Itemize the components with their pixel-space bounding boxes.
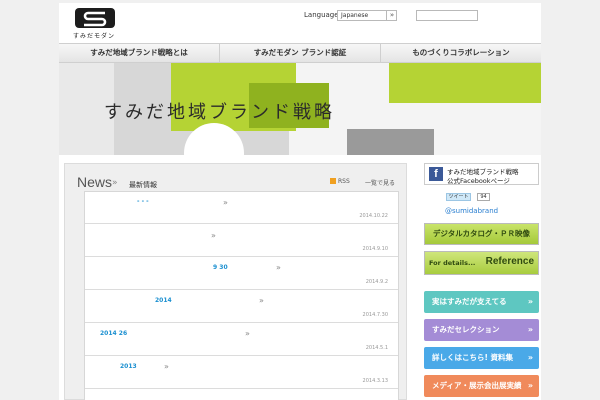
news-item-text: 2014 xyxy=(155,297,172,304)
reference-big-label: Reference xyxy=(485,256,534,267)
tweet-count: 94 xyxy=(477,193,490,201)
side-button-media[interactable]: メディア・展示会出展実績 » xyxy=(424,375,539,397)
news-item-text: 9 30 xyxy=(213,264,228,271)
facebook-line2: 公式Facebookページ xyxy=(447,177,510,185)
news-item-date: 2014.9.10 xyxy=(362,246,388,252)
logo-text: すみだモダン xyxy=(72,33,115,40)
news-item[interactable]: 2013 » 2014.3.13 xyxy=(85,357,398,389)
tweet-button[interactable]: ツイート xyxy=(446,193,471,201)
search-button[interactable] xyxy=(477,10,518,21)
page: すみだモダン Language Japanese » すみだ地域ブランド戦略とは… xyxy=(59,3,541,400)
news-subtitle: 最新情報 xyxy=(129,181,157,189)
chevron-right-icon: » xyxy=(527,325,533,334)
side-button-support[interactable]: 実はすみだが支えてる » xyxy=(424,291,539,313)
rss-icon xyxy=(330,178,336,184)
hero-title: すみだ地域ブランド戦略 xyxy=(104,102,335,123)
nav-item-collaboration[interactable]: ものづくりコラボレーション xyxy=(381,44,541,62)
chevron-right-icon: » xyxy=(276,263,281,272)
rss-label: RSS xyxy=(338,178,350,185)
twitter-handle-link[interactable]: @sumidabrand xyxy=(445,207,498,215)
news-title: News xyxy=(77,174,113,190)
chevron-right-icon: » xyxy=(164,362,169,371)
news-item-date: 2014.5.1 xyxy=(365,345,388,351)
news-item-date: 2014.10.22 xyxy=(359,213,388,219)
chevron-right-icon: » xyxy=(223,198,228,207)
reference-banner[interactable]: For details... Reference xyxy=(424,251,539,275)
news-item-date: 2014.3.13 xyxy=(362,378,388,384)
language-go-button[interactable]: » xyxy=(386,10,397,21)
chevron-right-icon: » xyxy=(211,231,216,240)
news-item-text: 2013 xyxy=(120,363,137,370)
chevron-right-icon: » xyxy=(527,381,533,390)
side-button-label: すみだセレクション xyxy=(432,325,500,334)
side-button-label: メディア・展示会出展実績 xyxy=(432,381,522,390)
nav-item-strategy[interactable]: すみだ地域ブランド戦略とは xyxy=(59,44,220,62)
chevron-right-icon: » xyxy=(245,329,250,338)
side-button-documents[interactable]: 詳しくはこちら! 資料集 » xyxy=(424,347,539,369)
hero-shape-gray xyxy=(347,129,434,155)
catalog-banner-label: デジタルカタログ・ＰＲ映像 xyxy=(432,229,531,238)
news-item-date: 2014.7.30 xyxy=(362,312,388,318)
side-button-label: 実はすみだが支えてる xyxy=(432,297,507,306)
site-logo[interactable]: すみだモダン xyxy=(71,8,117,40)
hero-banner: すみだ地域ブランド戦略 xyxy=(59,63,541,155)
news-item-text: - - - xyxy=(137,198,149,205)
nav-item-certification[interactable]: すみだモダン ブランド認証 xyxy=(220,44,381,62)
reference-small-label: For details... xyxy=(429,259,476,267)
view-all-link[interactable]: 一覧で見る xyxy=(365,178,395,187)
news-list: - - - » 2014.10.22 » 2014.9.10 9 30 » 20… xyxy=(84,191,399,400)
news-item-text: 2014 26 xyxy=(100,330,128,337)
rss-link[interactable]: RSS xyxy=(330,178,350,185)
catalog-banner[interactable]: デジタルカタログ・ＰＲ映像 xyxy=(424,223,539,245)
news-chevron-icon: » xyxy=(112,178,118,188)
news-item[interactable]: 9 30 » 2014.9.2 xyxy=(85,258,398,290)
side-button-label: 詳しくはこちら! 資料集 xyxy=(432,353,514,362)
news-item[interactable]: » 2014.9.10 xyxy=(85,225,398,257)
chevron-right-icon: » xyxy=(259,296,264,305)
news-item-date: 2014.9.2 xyxy=(365,279,388,285)
language-label: Language xyxy=(304,11,339,19)
facebook-icon: f xyxy=(429,167,443,181)
news-item[interactable]: 2014 » 2014.7.30 xyxy=(85,291,398,323)
logo-mark-icon xyxy=(75,8,115,28)
side-button-selection[interactable]: すみだセレクション » xyxy=(424,319,539,341)
main-nav: すみだ地域ブランド戦略とは すみだモダン ブランド認証 ものづくりコラボレーショ… xyxy=(59,43,541,63)
news-item[interactable]: - - - » 2014.10.22 xyxy=(85,192,398,224)
news-panel: News » 最新情報 RSS 一覧で見る - - - » 2014.10.22… xyxy=(64,163,407,400)
chevron-right-icon: » xyxy=(527,353,533,362)
facebook-link[interactable]: f すみだ地域ブランド戦略 公式Facebookページ xyxy=(424,163,539,185)
hero-shape-green-right xyxy=(389,63,541,103)
chevron-right-icon: » xyxy=(527,297,533,306)
news-item[interactable]: 2014 26 » 2014.5.1 xyxy=(85,324,398,356)
language-value: Japanese xyxy=(341,12,369,19)
